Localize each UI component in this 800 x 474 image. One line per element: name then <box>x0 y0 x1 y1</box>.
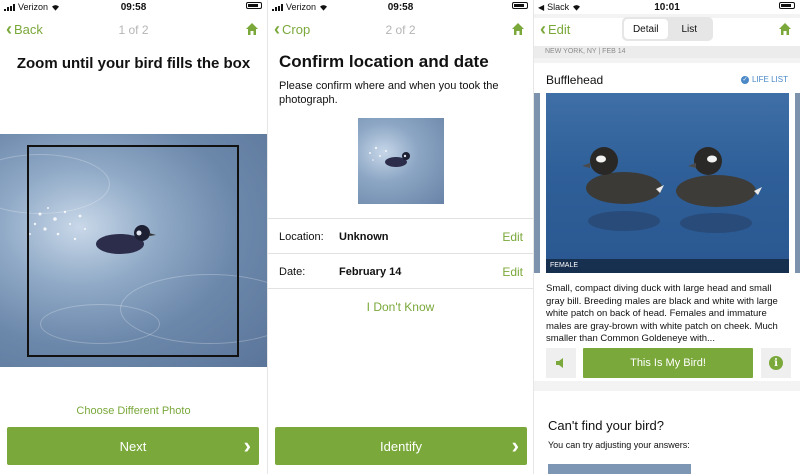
info-button[interactable]: i <box>761 348 791 378</box>
crop-screen: Verizon 09:58 ‹ Back 1 of 2 Zoom until y… <box>0 0 267 474</box>
chevron-right-icon: › <box>243 433 251 458</box>
divider <box>268 288 533 289</box>
step-counter: 2 of 2 <box>385 23 416 37</box>
cant-find-section: Can't find your bird? You can try adjust… <box>534 391 800 474</box>
date-row: Date: February 14 Edit <box>268 253 533 288</box>
photo-caption: FEMALE <box>546 259 789 273</box>
status-right <box>779 2 795 9</box>
info-icon: i <box>769 356 783 370</box>
date-label: Date: <box>279 266 306 278</box>
view-toggle: Detail List <box>622 17 713 41</box>
life-list-badge: ✓ LIFE LIST <box>740 75 788 84</box>
this-is-my-bird-button[interactable]: This Is My Bird! <box>583 348 753 378</box>
speaker-icon <box>556 358 563 368</box>
edit-date-button[interactable]: Edit <box>502 265 523 279</box>
chevron-right-icon: › <box>511 433 519 458</box>
battery-icon <box>779 2 795 9</box>
cant-find-title: Can't find your bird? <box>548 418 664 433</box>
cant-find-text: You can try adjusting your answers: <box>548 440 690 450</box>
next-photo-peek[interactable] <box>795 93 800 273</box>
app-screens: Verizon 09:58 ‹ Back 1 of 2 Zoom until y… <box>0 0 800 474</box>
choose-different-photo-link[interactable]: Choose Different Photo <box>0 405 267 417</box>
dont-know-button[interactable]: I Don't Know <box>268 300 533 314</box>
battery-icon <box>512 2 528 9</box>
location-row: Location: Unknown Edit <box>268 218 533 253</box>
date-value: February 14 <box>339 266 402 278</box>
nav-bar: ‹ Back 1 of 2 <box>0 18 267 44</box>
prev-photo-peek[interactable] <box>534 93 540 273</box>
home-icon[interactable] <box>778 22 792 36</box>
status-time: 09:58 <box>387 2 414 13</box>
segment-list[interactable]: List <box>668 19 712 39</box>
back-label: Edit <box>548 21 571 37</box>
page-subtitle: Please confirm where and when you took t… <box>279 80 499 106</box>
species-photo[interactable]: FEMALE <box>546 93 789 273</box>
confirm-screen: Verizon 09:58 ‹ Crop 2 of 2 Confirm loca… <box>267 0 533 474</box>
home-icon[interactable] <box>245 22 259 36</box>
back-button[interactable]: ‹ Edit <box>540 20 570 38</box>
result-card: Bufflehead ✓ LIFE LIST FEMALE Small, com… <box>534 63 800 381</box>
results-screen: ◀ Slack 10:01 ‹ Edit Detail List NEW YOR… <box>533 0 800 474</box>
life-list-label: LIFE LIST <box>751 75 788 84</box>
location-label: Location: <box>279 231 324 243</box>
status-right <box>512 2 528 9</box>
status-time: 09:58 <box>120 2 147 13</box>
status-bar: Verizon 09:58 <box>268 0 533 14</box>
status-bar: ◀ Slack 10:01 <box>534 0 800 14</box>
identify-button[interactable]: Identify › <box>275 427 527 465</box>
next-button-label: Next <box>119 438 147 454</box>
crop-frame[interactable] <box>27 145 239 357</box>
location-value: Unknown <box>339 231 389 243</box>
location-date-meta: NEW YORK, NY | FEB 14 <box>534 46 800 58</box>
step-counter: 1 of 2 <box>118 23 149 37</box>
bufflehead-image <box>582 147 762 233</box>
home-icon[interactable] <box>511 22 525 36</box>
identify-button-label: Identify <box>380 438 422 454</box>
nav-bar: ‹ Crop 2 of 2 <box>268 18 533 44</box>
photo-thumbnail <box>358 118 444 204</box>
sound-button[interactable] <box>546 348 576 378</box>
segment-detail[interactable]: Detail <box>624 19 668 39</box>
page-title: Zoom until your bird fills the box <box>16 55 251 72</box>
status-time: 10:01 <box>654 2 680 13</box>
species-name: Bufflehead <box>546 73 604 87</box>
page-title: Confirm location and date <box>279 52 489 71</box>
duck-image <box>369 146 410 167</box>
check-icon: ✓ <box>740 75 749 84</box>
battery-icon <box>246 2 262 9</box>
edit-location-button[interactable]: Edit <box>502 230 523 244</box>
chevron-left-icon: ‹ <box>540 19 546 39</box>
status-right <box>246 2 262 9</box>
species-description: Small, compact diving duck with large he… <box>546 283 778 344</box>
adjust-photo-thumbnail[interactable] <box>548 464 691 474</box>
status-bar: Verizon 09:58 <box>0 0 267 14</box>
next-button[interactable]: Next › <box>7 427 259 465</box>
